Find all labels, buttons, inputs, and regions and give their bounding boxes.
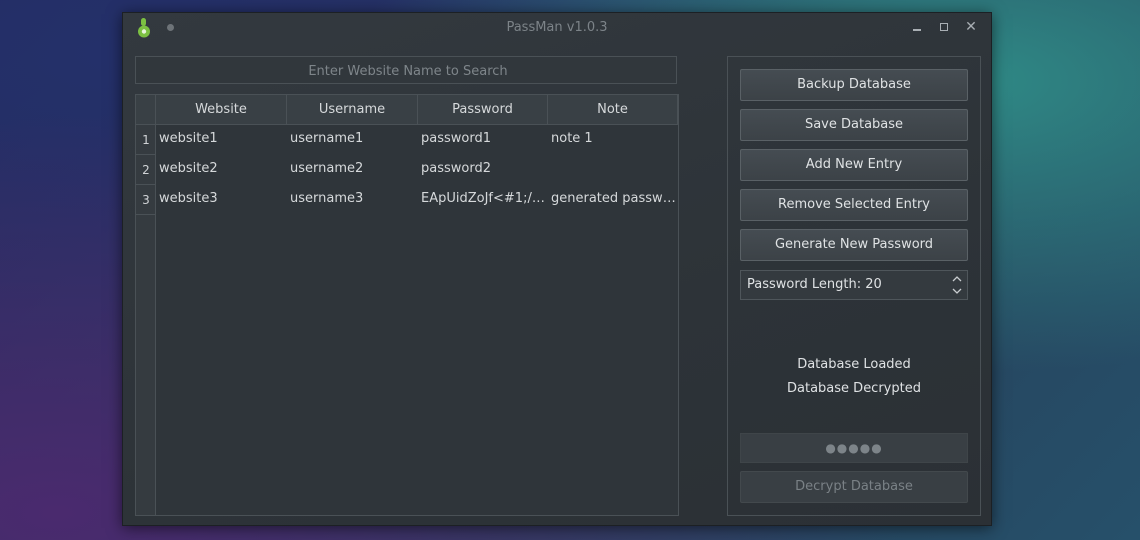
save-database-button[interactable]: Save Database — [740, 109, 968, 141]
title-bar[interactable]: PassMan v1.0.3 ✕ — [123, 13, 991, 43]
cell-password[interactable]: EApUidZoJf<#1;/]$… — [418, 185, 548, 215]
cell-website[interactable]: website2 — [156, 155, 287, 185]
cell-password[interactable]: password2 — [418, 155, 548, 185]
actions-panel: Backup Database Save Database Add New En… — [727, 56, 981, 516]
password-length-value: Password Length: 20 — [747, 277, 882, 292]
cell-note[interactable]: note 1 — [548, 125, 678, 155]
passman-window: PassMan v1.0.3 ✕ Website Username Passwo… — [122, 12, 992, 526]
generate-new-password-button[interactable]: Generate New Password — [740, 229, 968, 261]
remove-selected-entry-button[interactable]: Remove Selected Entry — [740, 189, 968, 221]
row-header-2[interactable]: 2 — [136, 155, 156, 185]
entries-table: Website Username Password Note 1 2 3 web… — [135, 94, 679, 516]
cell-password[interactable]: password1 — [418, 125, 548, 155]
cell-note[interactable]: generated passwo… — [548, 185, 678, 215]
column-header-note[interactable]: Note — [548, 95, 678, 125]
minimize-icon — [913, 29, 921, 31]
search-input[interactable] — [136, 57, 680, 85]
column-header-password[interactable]: Password — [418, 95, 548, 125]
password-length-spinbox[interactable]: Password Length: 20 — [740, 270, 968, 300]
cell-username[interactable]: username3 — [287, 185, 418, 215]
cell-note[interactable] — [548, 155, 678, 185]
spin-arrows-icon[interactable] — [951, 273, 963, 297]
row-header-1[interactable]: 1 — [136, 125, 156, 155]
backup-database-button[interactable]: Backup Database — [740, 69, 968, 101]
column-header-website[interactable]: Website — [156, 95, 287, 125]
master-password-field[interactable]: ●●●●● — [740, 433, 968, 463]
add-new-entry-button[interactable]: Add New Entry — [740, 149, 968, 181]
table-corner-button[interactable] — [136, 95, 156, 125]
minimize-button[interactable] — [909, 19, 925, 35]
cell-website[interactable]: website3 — [156, 185, 287, 215]
maximize-icon — [940, 23, 948, 31]
window-title: PassMan v1.0.3 — [506, 20, 608, 35]
status-loaded: Database Loaded — [797, 357, 911, 372]
search-field[interactable] — [135, 56, 680, 85]
cell-username[interactable]: username1 — [287, 125, 418, 155]
maximize-button[interactable] — [936, 19, 952, 35]
close-button[interactable]: ✕ — [963, 19, 979, 35]
status-decrypted: Database Decrypted — [787, 381, 921, 396]
cell-website[interactable]: website1 — [156, 125, 287, 155]
cell-username[interactable]: username2 — [287, 155, 418, 185]
column-header-username[interactable]: Username — [287, 95, 418, 125]
decrypt-database-button[interactable]: Decrypt Database — [740, 471, 968, 503]
row-header-3[interactable]: 3 — [136, 185, 156, 215]
